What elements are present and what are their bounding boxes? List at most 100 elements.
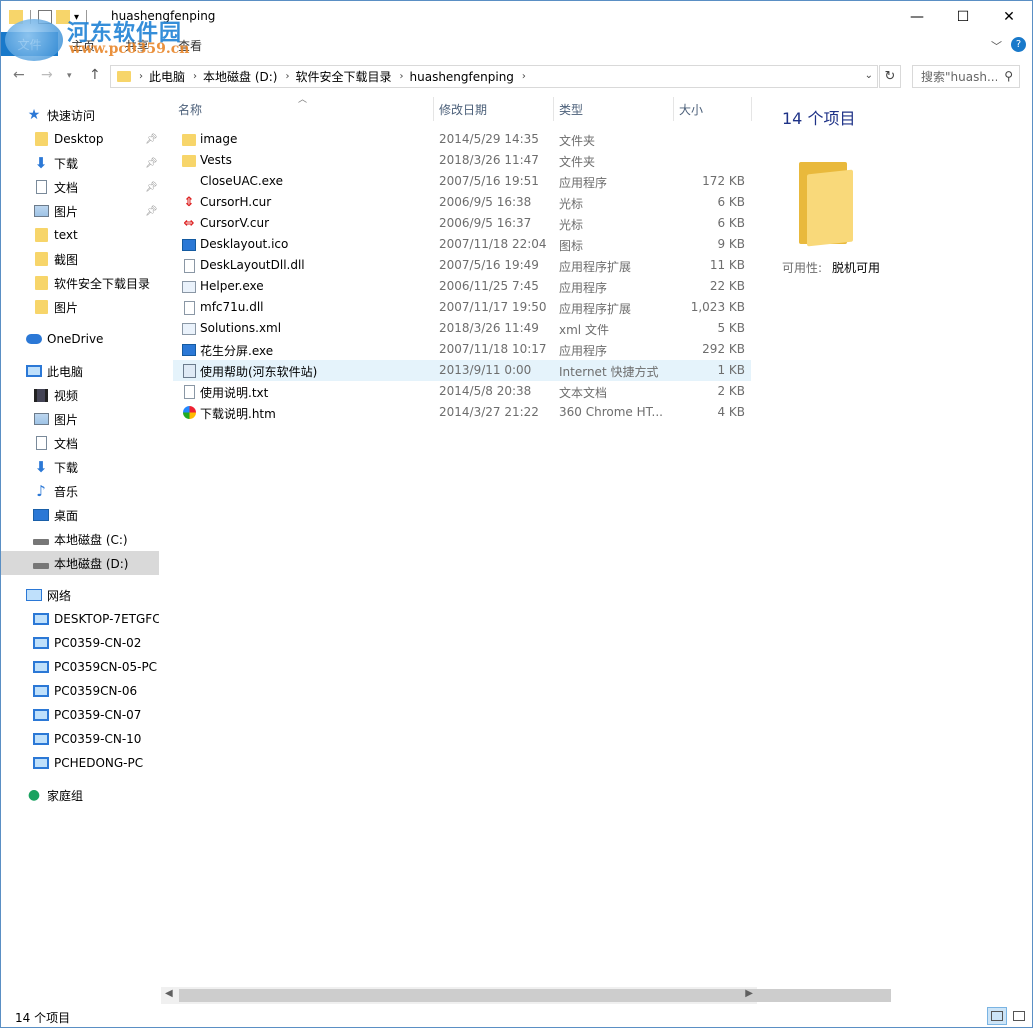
properties-icon[interactable] xyxy=(38,10,52,24)
column-header-name[interactable]: 名称 xyxy=(178,96,202,122)
file-row[interactable]: mfc71u.dll 2007/11/17 19:50 应用程序扩展 1,023… xyxy=(173,297,751,318)
column-divider[interactable] xyxy=(433,97,434,121)
column-header-type[interactable]: 类型 xyxy=(559,96,583,122)
file-row[interactable]: DeskLayoutDll.dll 2007/5/16 19:49 应用程序扩展… xyxy=(173,255,751,276)
pin-icon[interactable]: 📌︎ xyxy=(145,158,158,169)
file-row[interactable]: ⇔ CursorV.cur 2006/9/5 16:37 光标 6 KB xyxy=(173,213,751,234)
nav-item-music[interactable]: ♪ 音乐 xyxy=(1,479,159,503)
nav-onedrive[interactable]: OneDrive xyxy=(1,327,159,351)
breadcrumb-this-pc[interactable]: 此电脑 xyxy=(149,68,185,85)
maximize-button[interactable]: ☐ xyxy=(940,1,986,32)
tab-view[interactable]: 查看 xyxy=(178,37,202,54)
file-row[interactable]: 花生分屏.exe 2007/11/18 10:17 应用程序 292 KB xyxy=(173,339,751,360)
nav-item-download-dir[interactable]: 软件安全下载目录 xyxy=(1,271,159,295)
file-row[interactable]: 下载说明.htm 2014/3/27 21:22 360 Chrome HT..… xyxy=(173,402,751,423)
nav-network-pc[interactable]: PC0359CN-06 xyxy=(1,679,159,703)
nav-item-documents[interactable]: 文档 📌︎ xyxy=(1,175,159,199)
nav-network-pc[interactable]: PC0359-CN-10 xyxy=(1,727,159,751)
video-icon xyxy=(33,387,49,403)
tab-home[interactable]: 主页 xyxy=(71,37,95,54)
file-row[interactable]: Solutions.xml 2018/3/26 11:49 xml 文件 5 K… xyxy=(173,318,751,339)
horizontal-scrollbar[interactable]: ◀ ▶ xyxy=(161,987,891,1004)
details-view-icon[interactable] xyxy=(987,1007,1007,1025)
nav-item-desktop[interactable]: Desktop 📌︎ xyxy=(1,127,159,151)
breadcrumb-current[interactable]: huashengfenping xyxy=(410,70,514,84)
search-box[interactable]: ⚲ xyxy=(912,65,1020,88)
qat-dropdown-icon[interactable]: ▾ xyxy=(74,12,79,23)
column-header-date[interactable]: 修改日期 xyxy=(439,96,487,122)
expand-ribbon-icon[interactable]: ﹀ xyxy=(991,38,1002,54)
nav-item-screenshots[interactable]: 截图 xyxy=(1,247,159,271)
file-row[interactable]: CloseUAC.exe 2007/5/16 19:51 应用程序 172 KB xyxy=(173,171,751,192)
file-row[interactable]: Vests 2018/3/26 11:47 文件夹 xyxy=(173,150,751,171)
file-tab[interactable]: 文件 xyxy=(1,32,58,56)
breadcrumb-download-dir[interactable]: 软件安全下载目录 xyxy=(295,68,391,85)
file-row[interactable]: 使用帮助(河东软件站) 2013/9/11 0:00 Internet 快捷方式… xyxy=(173,360,751,381)
up-arrow-icon[interactable]: ↑ xyxy=(89,67,101,83)
chevron-down-icon[interactable]: ⌄ xyxy=(865,70,873,81)
scroll-right-icon[interactable]: ▶ xyxy=(745,988,753,999)
help-button[interactable]: ? xyxy=(1011,37,1026,52)
nav-item-pc-pictures[interactable]: 图片 xyxy=(1,407,159,431)
nav-item-pictures-folder[interactable]: 图片 xyxy=(1,295,159,319)
file-row[interactable]: 使用说明.txt 2014/5/8 20:38 文本文档 2 KB xyxy=(173,381,751,402)
file-row[interactable]: ⇕ CursorH.cur 2006/9/5 16:38 光标 6 KB xyxy=(173,192,751,213)
file-row[interactable]: image 2014/5/29 14:35 文件夹 xyxy=(173,129,751,150)
pin-icon[interactable]: 📌︎ xyxy=(145,206,158,217)
file-row[interactable]: Helper.exe 2006/11/25 7:45 应用程序 22 KB xyxy=(173,276,751,297)
search-input[interactable] xyxy=(921,69,997,84)
nav-network-pc[interactable]: PCHEDONG-PC xyxy=(1,751,159,775)
close-button[interactable]: ✕ xyxy=(986,1,1032,32)
tab-share[interactable]: 共享 xyxy=(125,37,149,54)
scroll-left-icon[interactable]: ◀ xyxy=(165,988,173,999)
folder-icon[interactable] xyxy=(9,10,23,24)
recent-locations-icon[interactable]: ▾ xyxy=(67,71,72,81)
chevron-right-icon[interactable]: › xyxy=(400,71,404,82)
minimize-button[interactable]: — xyxy=(894,1,940,32)
nav-item-text[interactable]: text xyxy=(1,223,159,247)
nav-item-pc-downloads[interactable]: ⬇ 下载 xyxy=(1,455,159,479)
forward-arrow-icon[interactable]: → xyxy=(41,67,53,83)
column-divider[interactable] xyxy=(673,97,674,121)
url-shortcut-icon xyxy=(182,363,196,378)
nav-item-drive-d[interactable]: 本地磁盘 (D:) xyxy=(1,551,159,575)
nav-network-pc[interactable]: PC0359CN-05-PC xyxy=(1,655,159,679)
nav-quick-access[interactable]: ★ 快速访问 xyxy=(1,103,159,127)
nav-network-pc[interactable]: DESKTOP-7ETGFC xyxy=(1,607,159,631)
file-size: 4 KB xyxy=(717,405,745,419)
nav-item-desktop-pc[interactable]: 桌面 xyxy=(1,503,159,527)
nav-homegroup[interactable]: ● 家庭组 xyxy=(1,783,159,807)
breadcrumb-drive-d[interactable]: 本地磁盘 (D:) xyxy=(203,68,277,85)
search-icon[interactable]: ⚲ xyxy=(1004,69,1013,83)
nav-label: 下载 xyxy=(54,156,79,171)
nav-item-pc-documents[interactable]: 文档 xyxy=(1,431,159,455)
address-bar[interactable]: › 此电脑 › 本地磁盘 (D:) › 软件安全下载目录 › huashengf… xyxy=(110,65,878,88)
nav-network[interactable]: 网络 xyxy=(1,583,159,607)
nav-item-pictures[interactable]: 图片 📌︎ xyxy=(1,199,159,223)
column-divider[interactable] xyxy=(751,97,752,121)
column-header-size[interactable]: 大小 xyxy=(679,96,703,122)
file-date: 2014/5/29 14:35 xyxy=(439,132,539,146)
nav-network-pc[interactable]: PC0359-CN-07 xyxy=(1,703,159,727)
text-file-icon xyxy=(182,384,196,399)
nav-label: 此电脑 xyxy=(47,364,84,379)
file-row[interactable]: Desklayout.ico 2007/11/18 22:04 图标 9 KB xyxy=(173,234,751,255)
nav-this-pc[interactable]: 此电脑 xyxy=(1,359,159,383)
chevron-right-icon[interactable]: › xyxy=(285,71,289,82)
chevron-right-icon[interactable]: › xyxy=(139,71,143,82)
pin-icon[interactable]: 📌︎ xyxy=(145,134,158,145)
status-bar: 14 个项目 xyxy=(1,1005,1032,1027)
refresh-button[interactable]: ↻ xyxy=(879,65,901,88)
chevron-right-icon[interactable]: › xyxy=(522,71,526,82)
large-icons-view-icon[interactable] xyxy=(1009,1007,1029,1025)
pin-icon[interactable]: 📌︎ xyxy=(145,182,158,193)
folder-icon xyxy=(33,299,49,315)
nav-item-videos[interactable]: 视频 xyxy=(1,383,159,407)
back-arrow-icon[interactable]: ← xyxy=(13,67,25,83)
chevron-right-icon[interactable]: › xyxy=(193,71,197,82)
column-divider[interactable] xyxy=(553,97,554,121)
nav-item-drive-c[interactable]: 本地磁盘 (C:) xyxy=(1,527,159,551)
new-folder-icon[interactable] xyxy=(56,10,70,24)
nav-network-pc[interactable]: PC0359-CN-02 xyxy=(1,631,159,655)
nav-item-downloads[interactable]: ⬇ 下载 📌︎ xyxy=(1,151,159,175)
